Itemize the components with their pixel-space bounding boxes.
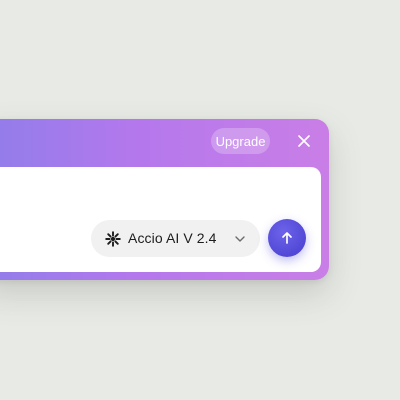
model-label: Accio AI V 2.4 [128, 230, 217, 246]
upgrade-button[interactable]: Upgrade [211, 128, 270, 154]
assistant-panel: Upgrade Accio AI V 2.4 [0, 119, 329, 280]
arrow-up-icon [282, 232, 292, 244]
model-select[interactable]: Accio AI V 2.4 [91, 220, 260, 257]
chevron-down-icon [235, 236, 245, 242]
prompt-input[interactable] [0, 175, 304, 217]
send-button[interactable] [268, 219, 306, 257]
upgrade-label: Upgrade [215, 133, 266, 149]
prompt-card: Accio AI V 2.4 [0, 167, 321, 272]
sparkle-burst-icon [105, 231, 121, 247]
close-icon [298, 135, 310, 147]
close-button[interactable] [294, 131, 314, 151]
